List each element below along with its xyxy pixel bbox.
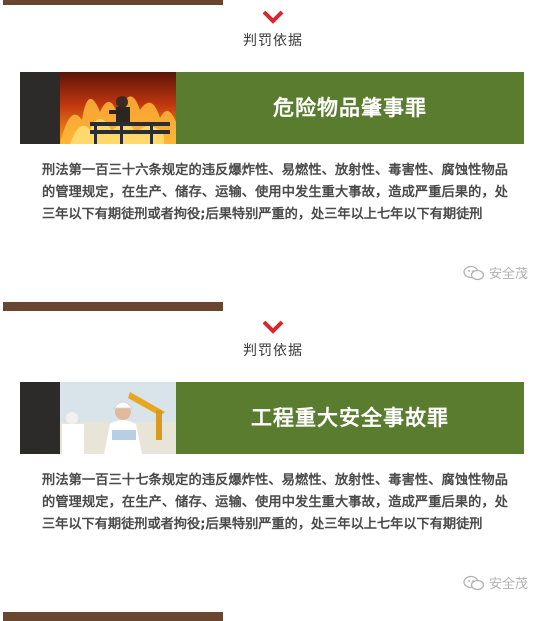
- chevron-down-icon: [262, 10, 284, 24]
- section-body-text: 刑法第一百三十七条规定的违反爆炸性、易燃性、放射性、毒害性、腐蚀性物品的管理规定…: [42, 473, 508, 532]
- section-subtitle: 判罚依据: [243, 33, 303, 49]
- watermark: 安全茂: [463, 263, 528, 282]
- section-subtitle: 判罚依据: [243, 343, 303, 359]
- chevron-down-icon: [262, 320, 284, 334]
- engineer-photo: [60, 382, 176, 454]
- watermark-text: 安全茂: [488, 267, 528, 282]
- section-banner: 工程重大安全事故罪: [20, 382, 524, 454]
- watermark-text: 安全茂: [488, 577, 528, 592]
- section-construction: 判罚依据 工程重大安全事故罪 刑法第一百三十七条规定的违反爆炸性、易燃性、放射性…: [0, 310, 546, 620]
- section-heading: 危险物品肇事罪: [273, 96, 427, 120]
- watermark: 安全茂: [463, 573, 528, 592]
- fire-photo: [60, 72, 176, 144]
- divider-bar: [3, 612, 223, 621]
- banner-dark-block: [20, 72, 60, 144]
- section-banner: 危险物品肇事罪: [20, 72, 524, 144]
- section-dangerous-goods: 判罚依据 危险物品肇事罪 刑法第一百三十六条规定的违反爆炸性、易燃性、放射性、毒…: [0, 0, 546, 310]
- wechat-icon: [463, 265, 485, 280]
- section-body-text: 刑法第一百三十六条规定的违反爆炸性、易燃性、放射性、毒害性、腐蚀性物品的管理规定…: [42, 163, 508, 222]
- section-heading: 工程重大安全事故罪: [251, 406, 449, 430]
- wechat-icon: [463, 575, 485, 590]
- banner-dark-block: [20, 382, 60, 454]
